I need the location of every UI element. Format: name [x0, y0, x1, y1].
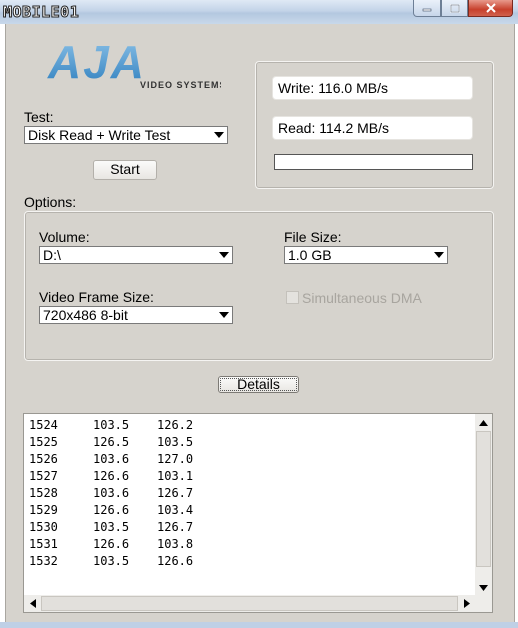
log-cell-write: 126.6 — [93, 503, 130, 517]
log-cell-frame: 1527 — [29, 469, 58, 483]
log-cell-write: 103.5 — [93, 520, 130, 534]
mobile01-watermark-logo: MOBILE01 — [3, 3, 80, 22]
options-label: Options: — [24, 194, 77, 210]
minimize-button[interactable] — [413, 0, 441, 17]
arrow-up-icon — [479, 419, 488, 426]
details-button[interactable]: Details — [218, 376, 299, 393]
simultaneous-dma-checkbox[interactable] — [286, 291, 299, 304]
volume-select-value: D:\ — [43, 247, 61, 263]
log-cell-frame: 1529 — [29, 503, 58, 517]
window-bottom-border — [0, 622, 518, 628]
log-cell-frame: 1528 — [29, 486, 58, 500]
log-cell-read: 127.0 — [157, 452, 194, 466]
scroll-left-button[interactable] — [24, 595, 41, 612]
chevron-down-icon — [216, 247, 232, 263]
svg-text:MOBILE01: MOBILE01 — [3, 3, 79, 21]
file-size-select-value: 1.0 GB — [288, 247, 332, 263]
chevron-down-icon — [431, 247, 447, 263]
log-cell-write: 126.6 — [93, 469, 130, 483]
volume-select[interactable]: D:\ — [39, 246, 233, 264]
log-cell-read: 126.6 — [157, 554, 194, 568]
options-group — [24, 211, 494, 361]
test-select-value: Disk Read + Write Test — [28, 127, 171, 143]
log-cell-write: 126.6 — [93, 537, 130, 551]
log-cell-read: 103.8 — [157, 537, 194, 551]
test-label: Test: — [24, 109, 54, 125]
log-cell-write: 103.5 — [93, 418, 130, 432]
read-speed-field: Read: 114.2 MB/s — [272, 116, 473, 140]
arrow-right-icon — [463, 599, 470, 608]
client-area: AJA VIDEO SYSTEMS Test: Disk Read + Writ… — [5, 24, 515, 622]
log-cell-read: 126.7 — [157, 520, 194, 534]
log-cell-frame: 1531 — [29, 537, 58, 551]
close-icon — [485, 3, 496, 13]
aja-video-systems-logo: AJA VIDEO SYSTEMS — [47, 40, 221, 90]
write-speed-field: Write: 116.0 MB/s — [272, 76, 473, 100]
horizontal-scroll-thumb[interactable] — [41, 596, 458, 611]
scroll-up-button[interactable] — [475, 414, 492, 431]
log-cell-read: 103.5 — [157, 435, 194, 449]
file-size-select[interactable]: 1.0 GB — [284, 246, 448, 264]
close-button[interactable] — [468, 0, 513, 17]
maximize-icon — [449, 3, 460, 13]
frame-size-label: Video Frame Size: — [39, 289, 154, 305]
vertical-scrollbar[interactable] — [475, 414, 492, 596]
log-cell-frame: 1532 — [29, 554, 58, 568]
log-cell-read: 126.7 — [157, 486, 194, 500]
log-cell-write: 103.6 — [93, 452, 130, 466]
frame-size-select[interactable]: 720x486 8-bit — [39, 306, 233, 324]
svg-text:AJA: AJA — [47, 40, 146, 88]
minimize-icon — [422, 8, 432, 12]
log-cell-write: 103.5 — [93, 554, 130, 568]
title-bar[interactable]: MOBILE01 — [0, 0, 518, 24]
log-cell-frame: 1525 — [29, 435, 58, 449]
chevron-down-icon — [216, 307, 232, 323]
log-cell-write: 126.5 — [93, 435, 130, 449]
log-cell-write: 103.6 — [93, 486, 130, 500]
volume-label: Volume: — [39, 229, 90, 245]
progress-bar — [274, 154, 473, 170]
log-cell-frame: 1524 — [29, 418, 58, 432]
horizontal-scrollbar[interactable] — [24, 595, 492, 612]
log-output[interactable]: 1524 103.5 126.2 1525 126.5 103.5 1526 103.6 127… — [23, 413, 493, 613]
frame-size-select-value: 720x486 8-bit — [43, 307, 128, 323]
arrow-left-icon — [29, 599, 36, 608]
svg-text:VIDEO SYSTEMS: VIDEO SYSTEMS — [140, 80, 221, 90]
log-cell-frame: 1526 — [29, 452, 58, 466]
chevron-down-icon — [211, 127, 227, 143]
start-button[interactable]: Start — [93, 160, 157, 180]
scroll-right-button[interactable] — [458, 595, 475, 612]
maximize-button[interactable] — [441, 0, 468, 17]
scroll-down-button[interactable] — [475, 579, 492, 596]
file-size-label: File Size: — [284, 229, 342, 245]
log-cell-read: 103.1 — [157, 469, 194, 483]
log-cell-read: 126.2 — [157, 418, 194, 432]
log-cell-frame: 1530 — [29, 520, 58, 534]
simultaneous-dma-label: Simultaneous DMA — [302, 290, 422, 306]
vertical-scroll-thumb[interactable] — [476, 431, 491, 567]
arrow-down-icon — [479, 584, 488, 591]
log-cell-read: 103.4 — [157, 503, 194, 517]
test-select[interactable]: Disk Read + Write Test — [24, 126, 228, 144]
